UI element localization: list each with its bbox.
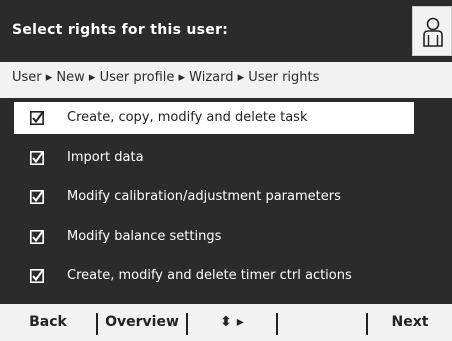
overview-button[interactable]: Overview xyxy=(98,304,186,341)
checkbox-checked-icon[interactable] xyxy=(30,151,44,165)
list-item[interactable]: Create, copy, modify and delete task xyxy=(14,102,414,134)
list-item-label: Create, modify and delete timer ctrl act… xyxy=(67,268,352,283)
softkey-bar: Back Overview ⬍ ▸ Next xyxy=(0,304,452,341)
empty-softkey[interactable] xyxy=(278,304,366,341)
page-title: Select rights for this user: xyxy=(12,22,229,38)
list-item[interactable]: Modify calibration/adjustment parameters xyxy=(14,181,414,213)
list-item[interactable]: Modify balance settings xyxy=(14,221,414,253)
checkbox-checked-icon[interactable] xyxy=(30,269,44,283)
user-icon xyxy=(423,17,443,47)
checkbox-checked-icon[interactable] xyxy=(30,230,44,244)
back-button[interactable]: Back xyxy=(0,304,96,341)
list-item-label: Import data xyxy=(67,150,144,165)
list-item[interactable]: Create, modify and delete timer ctrl act… xyxy=(14,260,414,292)
screen: Select rights for this user: User ▸ New … xyxy=(0,0,452,341)
navigate-button[interactable]: ⬍ ▸ xyxy=(188,304,276,341)
next-button[interactable]: Next xyxy=(368,304,452,341)
breadcrumb: User ▸ New ▸ User profile ▸ Wizard ▸ Use… xyxy=(12,70,320,85)
header-bar: Select rights for this user: xyxy=(0,0,452,62)
rights-list: Create, copy, modify and delete task Imp… xyxy=(0,98,452,304)
list-item-label: Modify balance settings xyxy=(67,229,222,244)
checkbox-checked-icon[interactable] xyxy=(30,190,44,204)
list-item-label: Create, copy, modify and delete task xyxy=(67,110,308,125)
checkbox-checked-icon[interactable] xyxy=(30,111,44,125)
list-item-label: Modify calibration/adjustment parameters xyxy=(67,189,341,204)
user-icon-button[interactable] xyxy=(412,6,452,56)
list-item[interactable]: Import data xyxy=(14,142,414,174)
